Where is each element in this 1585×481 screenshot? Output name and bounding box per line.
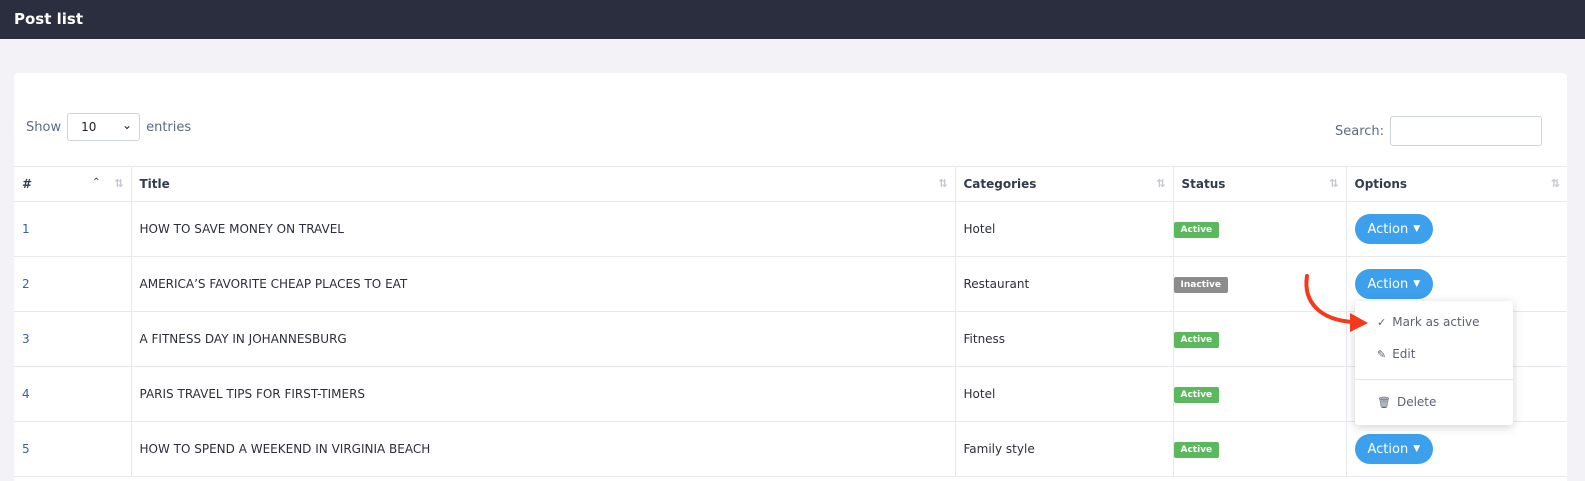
action-button[interactable]: Action ▼ [1354,434,1434,464]
trash-icon: 🗑 [1377,395,1391,409]
page-size-control: Show 10 ⌄ entries [26,113,191,141]
row-title: HOW TO SPEND A WEEKEND IN VIRGINIA BEACH [131,421,956,477]
page-size-value: 10 [81,120,97,134]
search-input[interactable] [1390,116,1543,146]
status-badge: Inactive [1173,276,1229,293]
caret-down-icon: ▼ [1413,279,1421,289]
row-title: A FITNESS DAY IN JOHANNESBURG [131,311,956,367]
search-label: Search: [1335,123,1385,139]
row-number: 4 [14,366,132,422]
table-row: 1 HOW TO SAVE MONEY ON TRAVEL Hotel Acti… [14,201,1567,257]
column-header-title[interactable]: Title ⇅ [131,166,956,202]
row-number: 1 [14,201,132,257]
menu-divider [1355,379,1513,380]
menu-item-mark-active[interactable]: ✓ Mark as active [1377,315,1480,329]
annotation-arrow-icon [1304,274,1368,332]
sort-icon: ⇅ [938,177,948,190]
sort-icon: ⇅ [1550,177,1560,190]
caret-down-icon: ▼ [1413,444,1421,454]
column-header-categories[interactable]: Categories ⇅ [955,166,1174,202]
page-title: Post list [14,10,84,28]
action-button[interactable]: Action ▼ [1354,214,1434,244]
status-badge: Active [1173,441,1220,458]
row-category: Restaurant [955,256,1174,312]
status-badge: Active [1173,221,1220,238]
entries-label: entries [146,119,192,135]
row-category: Fitness [955,311,1174,367]
row-number: 5 [14,421,132,477]
sort-icon: ⇅ [114,177,124,190]
column-header-options[interactable]: Options ⇅ [1346,166,1567,202]
top-bar: Post list [0,0,1585,39]
table-row: 5 HOW TO SPEND A WEEKEND IN VIRGINIA BEA… [14,421,1567,477]
row-title: HOW TO SAVE MONEY ON TRAVEL [131,201,956,257]
chevron-down-icon: ⌄ [122,118,133,132]
show-label: Show [26,119,62,135]
sort-asc-icon: ⌃ [92,177,101,188]
status-badge: Active [1173,386,1220,403]
check-icon: ✓ [1377,315,1387,329]
caret-down-icon: ▼ [1413,224,1421,234]
menu-item-delete[interactable]: 🗑 Delete [1377,395,1436,409]
row-category: Family style [955,421,1174,477]
column-header-status[interactable]: Status ⇅ [1173,166,1347,202]
search-control: Search: [1335,116,1543,146]
row-title: PARIS TRAVEL TIPS FOR FIRST-TIMERS [131,366,956,422]
row-number: 2 [14,256,132,312]
sort-icon: ⇅ [1329,177,1339,190]
action-dropdown-menu: ✓ Mark as active ✎ Edit 🗑 Delete [1355,301,1513,425]
table-header-row: # ⌃ ⇅ Title ⇅ Categories ⇅ Status ⇅ Opti… [14,166,1567,202]
pencil-icon: ✎ [1377,347,1387,361]
row-category: Hotel [955,201,1174,257]
column-header-number[interactable]: # ⌃ ⇅ [14,166,132,202]
page-size-select[interactable]: 10 ⌄ [67,113,141,141]
table-row: 4 PARIS TRAVEL TIPS FOR FIRST-TIMERS Hot… [14,366,1567,422]
status-badge: Active [1173,331,1220,348]
menu-item-edit[interactable]: ✎ Edit [1377,347,1415,361]
sort-icon: ⇅ [1156,177,1166,190]
row-number: 3 [14,311,132,367]
row-title: AMERICA’S FAVORITE CHEAP PLACES TO EAT [131,256,956,312]
row-category: Hotel [955,366,1174,422]
